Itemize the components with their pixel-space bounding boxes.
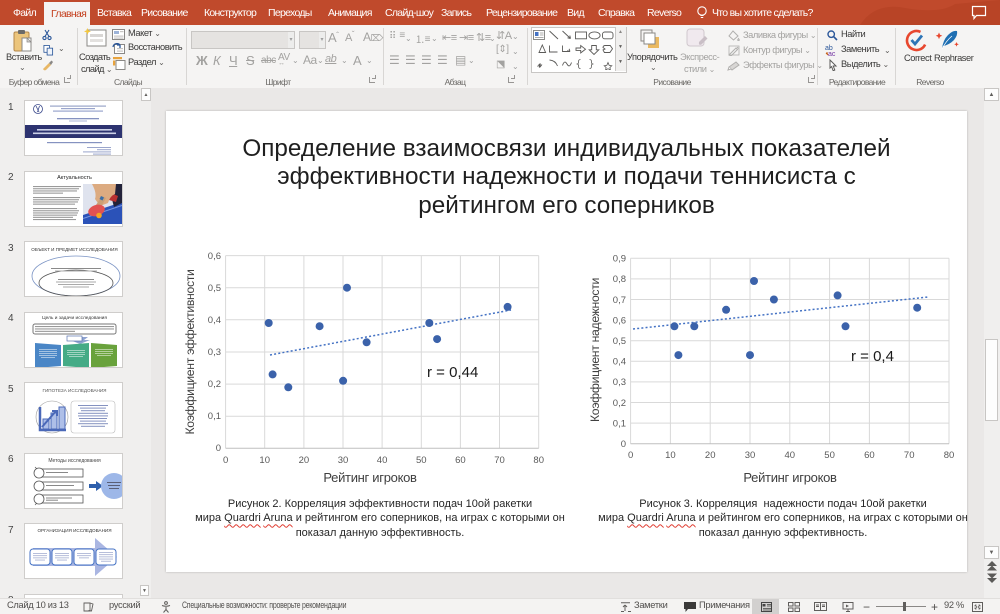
svg-text:0: 0 [223,455,228,466]
svg-text:0: 0 [621,439,626,450]
svg-text:ac: ac [828,51,836,57]
svg-text:30: 30 [338,455,349,466]
svg-text:10: 10 [259,455,270,466]
svg-text:Коэффициент надежности: Коэффициент надежности [588,278,602,422]
svg-text:Коэффициент эффективности: Коэффициент эффективности [183,269,197,434]
svg-text:10: 10 [665,450,676,461]
svg-text:Рейтинг игроков: Рейтинг игроков [743,470,837,485]
svg-text:0: 0 [216,443,221,454]
svg-text:0,8: 0,8 [613,274,626,285]
svg-text:70: 70 [494,455,505,466]
svg-text:30: 30 [745,450,756,461]
svg-text:50: 50 [416,455,427,466]
svg-text:0,4: 0,4 [208,315,221,326]
svg-text:20: 20 [705,450,716,461]
svg-text:50: 50 [824,450,835,461]
svg-text:60: 60 [455,455,466,466]
svg-text:0,7: 0,7 [613,295,626,306]
svg-text:70: 70 [904,450,915,461]
svg-text:80: 80 [944,450,955,461]
svg-text:0: 0 [628,450,633,461]
svg-text:0,2: 0,2 [208,379,221,390]
svg-text:0,3: 0,3 [208,347,221,358]
svg-text:60: 60 [864,450,875,461]
svg-text:0,6: 0,6 [208,251,221,262]
svg-text:0,2: 0,2 [613,398,626,409]
svg-text:0,3: 0,3 [613,377,626,388]
svg-text:r = 0,44: r = 0,44 [427,364,478,381]
svg-text:r = 0,4: r = 0,4 [851,348,894,365]
svg-text:0,5: 0,5 [208,283,221,294]
svg-text:0,1: 0,1 [613,418,626,429]
svg-text:80: 80 [533,455,544,466]
svg-text:0,5: 0,5 [613,336,626,347]
svg-text:20: 20 [299,455,310,466]
svg-text:0,1: 0,1 [208,411,221,422]
svg-text:40: 40 [377,455,388,466]
svg-text:Рейтинг игроков: Рейтинг игроков [323,470,417,485]
svg-text:0,4: 0,4 [613,357,626,368]
svg-text:0,6: 0,6 [613,315,626,326]
svg-text:0,9: 0,9 [613,254,626,265]
svg-text:40: 40 [785,450,796,461]
